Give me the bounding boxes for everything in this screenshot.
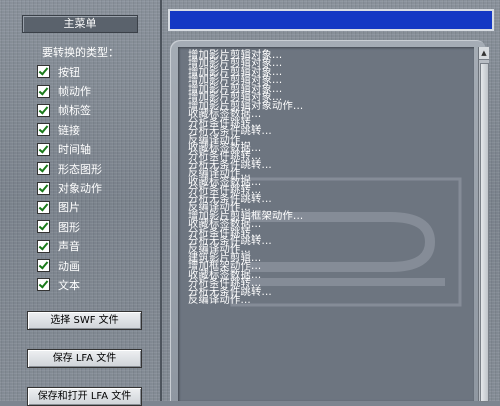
type-checkbox-row[interactable]: 图形 xyxy=(37,217,147,236)
log-output[interactable]: 增加影片剪辑对象... 增加影片剪辑对象... 增加影片剪辑对象... 增加影片剪辑对… xyxy=(178,47,474,401)
checkbox-label: 时间轴 xyxy=(58,143,91,157)
checkbox-label: 链接 xyxy=(58,123,80,137)
progress-fill xyxy=(170,11,492,29)
checkbox[interactable] xyxy=(37,259,50,273)
checkbox[interactable] xyxy=(37,162,50,176)
checkbox[interactable] xyxy=(37,123,50,137)
checkbox[interactable] xyxy=(37,181,50,195)
type-checkbox-row[interactable]: 对象动作 xyxy=(37,178,147,197)
checkbox[interactable] xyxy=(37,200,50,214)
save-open-lfa-button[interactable]: 保存和打开 LFA 文件 xyxy=(27,387,142,406)
type-checkbox-row[interactable]: 时间轴 xyxy=(37,140,147,159)
checkbox-label: 对象动作 xyxy=(58,182,102,196)
type-checkbox-row[interactable]: 动画 xyxy=(37,256,147,275)
checkbox-label: 图形 xyxy=(58,220,80,234)
type-checkbox-row[interactable]: 按钮 xyxy=(37,62,147,81)
log-scrollbar[interactable]: ▲ xyxy=(478,47,489,402)
save-lfa-button[interactable]: 保存 LFA 文件 xyxy=(27,349,142,368)
main-menu-panel: 主菜单 要转换的类型： 按钮帧动作帧标签链接时间轴形态图形对象动作图片图形声音动… xyxy=(0,0,162,406)
type-checkbox-row[interactable]: 帧标签 xyxy=(37,101,147,120)
type-checkbox-list: 按钮帧动作帧标签链接时间轴形态图形对象动作图片图形声音动画文本 xyxy=(37,62,147,295)
checkbox-label: 按钮 xyxy=(58,65,80,79)
type-checkbox-row[interactable]: 链接 xyxy=(37,120,147,139)
checkbox-label: 帧动作 xyxy=(58,85,91,99)
type-checkbox-row[interactable]: 声音 xyxy=(37,237,147,256)
scroll-up-icon[interactable]: ▲ xyxy=(479,47,489,60)
checkbox-label: 文本 xyxy=(58,278,80,292)
select-swf-button[interactable]: 选择 SWF 文件 xyxy=(27,311,142,330)
checkbox-label: 动画 xyxy=(58,259,80,273)
checkbox[interactable] xyxy=(37,103,50,117)
log-lines: 增加影片剪辑对象... 增加影片剪辑对象... 增加影片剪辑对象... 增加影片剪辑对… xyxy=(188,50,303,307)
checkbox[interactable] xyxy=(37,142,50,156)
type-checkbox-row[interactable]: 文本 xyxy=(37,275,147,294)
scroll-thumb[interactable] xyxy=(480,63,489,402)
log-line: 反编译动作... xyxy=(188,294,251,307)
types-label: 要转换的类型： xyxy=(42,46,119,59)
type-checkbox-row[interactable]: 形态图形 xyxy=(37,159,147,178)
main-menu-title: 主菜单 xyxy=(22,15,138,33)
checkbox-label: 帧标签 xyxy=(58,104,91,118)
progress-bar xyxy=(168,9,494,31)
checkbox[interactable] xyxy=(37,278,50,292)
checkbox-label: 形态图形 xyxy=(58,162,102,176)
checkbox-label: 图片 xyxy=(58,201,80,215)
checkbox[interactable] xyxy=(37,84,50,98)
type-checkbox-row[interactable]: 图片 xyxy=(37,198,147,217)
checkbox[interactable] xyxy=(37,65,50,79)
checkbox[interactable] xyxy=(37,220,50,234)
type-checkbox-row[interactable]: 帧动作 xyxy=(37,81,147,100)
checkbox[interactable] xyxy=(37,239,50,253)
checkbox-label: 声音 xyxy=(58,240,80,254)
